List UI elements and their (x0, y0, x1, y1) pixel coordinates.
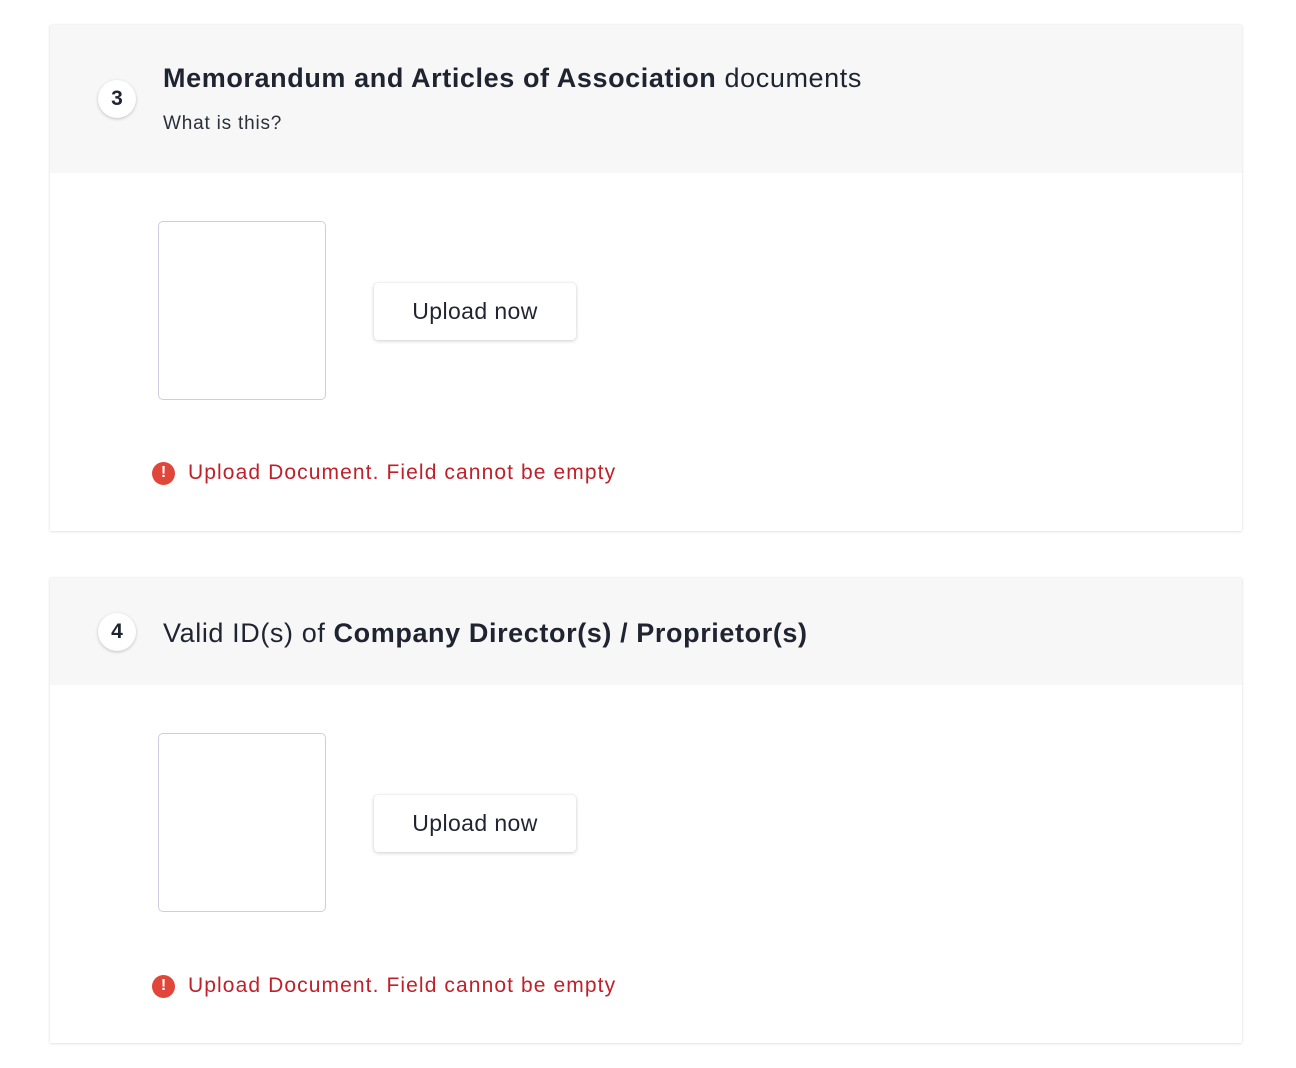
section-title-prefix: Valid ID(s) of (163, 618, 334, 648)
step-number-badge: 4 (98, 613, 136, 651)
error-message: Upload Document. Field cannot be empty (188, 461, 617, 484)
upload-now-button[interactable]: Upload now (374, 795, 576, 852)
upload-now-button[interactable]: Upload now (374, 283, 576, 340)
section-title: Memorandum and Articles of Association d… (163, 63, 862, 94)
error-message: Upload Document. Field cannot be empty (188, 974, 617, 997)
section-title: Valid ID(s) of Company Director(s) / Pro… (163, 618, 808, 649)
exclamation-circle-icon: ! (152, 461, 175, 485)
document-section-memorandum: 3 Memorandum and Articles of Association… (50, 25, 1242, 531)
validation-error: ! Upload Document. Field cannot be empty (152, 974, 616, 998)
section-title-bold: Company Director(s) / Proprietor(s) (333, 618, 808, 648)
section-title-suffix: documents (716, 63, 862, 93)
exclamation-circle-icon: ! (152, 974, 175, 998)
what-is-this-link[interactable]: What is this? (163, 113, 282, 135)
section-header: 3 Memorandum and Articles of Association… (50, 25, 1242, 173)
document-preview-placeholder[interactable] (158, 733, 326, 912)
validation-error: ! Upload Document. Field cannot be empty (152, 461, 616, 485)
document-preview-placeholder[interactable] (158, 221, 326, 400)
step-number-badge: 3 (98, 80, 136, 118)
section-header: 4 Valid ID(s) of Company Director(s) / P… (50, 578, 1242, 685)
document-section-director-ids: 4 Valid ID(s) of Company Director(s) / P… (50, 578, 1242, 1043)
section-title-bold: Memorandum and Articles of Association (163, 63, 717, 93)
